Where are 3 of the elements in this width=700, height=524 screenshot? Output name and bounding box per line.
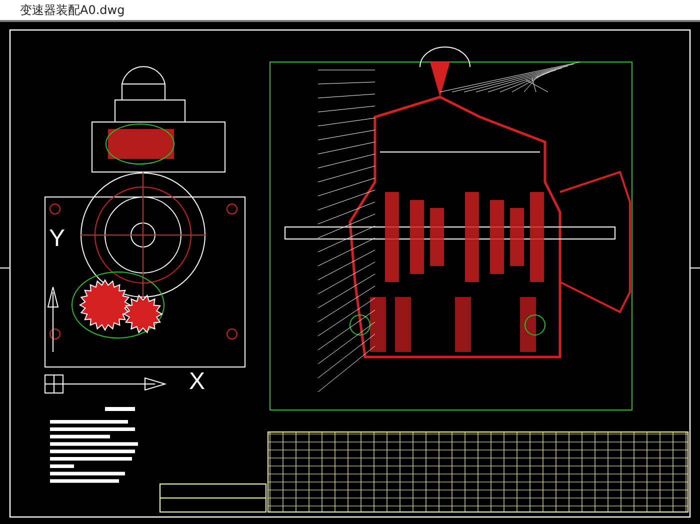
axis-label: X [189,370,206,394]
file-title: 变速器装配A0.dwg [20,2,125,19]
axis-label: Y [49,227,66,251]
